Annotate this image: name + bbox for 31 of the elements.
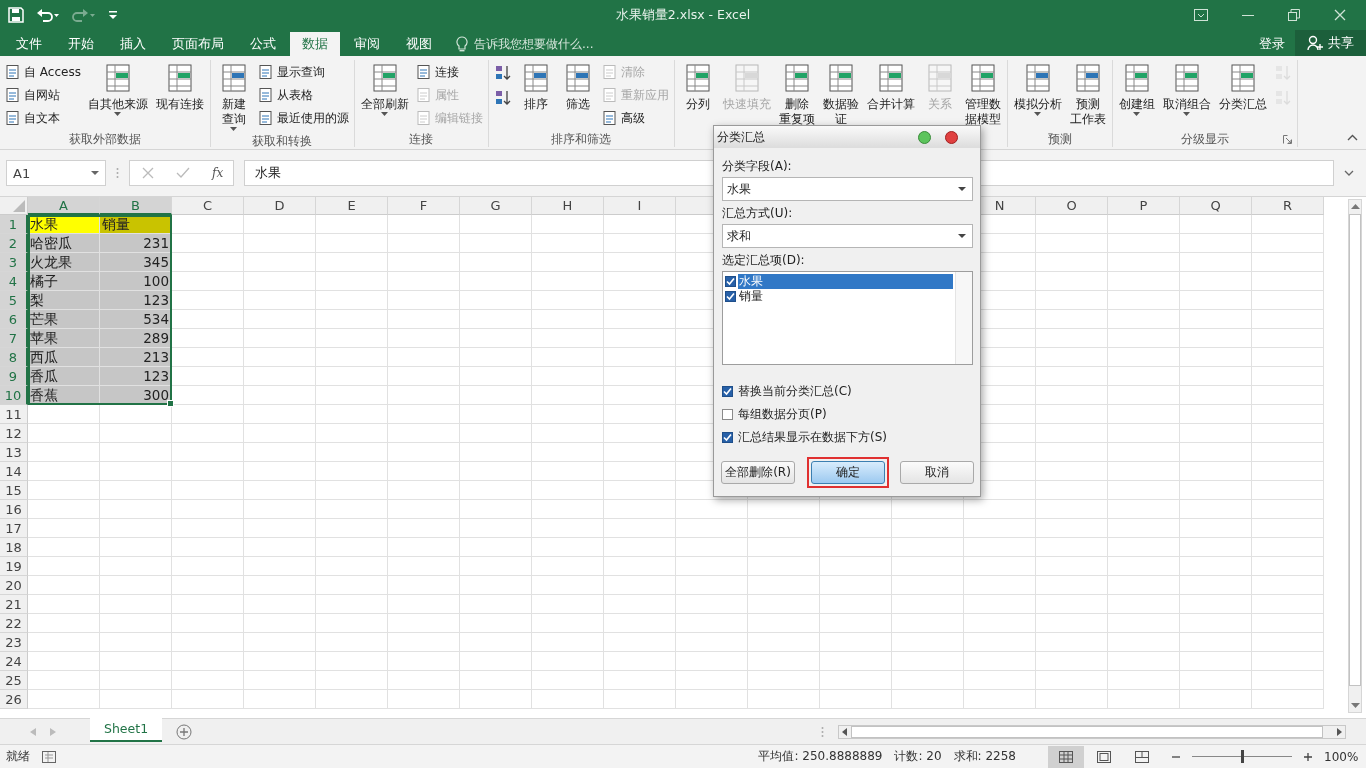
- group-label: 预测: [1047, 130, 1072, 148]
- table-cell: 火龙果: [28, 253, 100, 272]
- table-cell: 123: [100, 291, 172, 310]
- status-text: 就绪: [6, 748, 30, 765]
- table-cell: 芒果: [28, 310, 100, 329]
- table-cell: 289: [100, 329, 172, 348]
- table-cell: 534: [100, 310, 172, 329]
- group-label: 获取外部数据: [68, 130, 141, 148]
- field-label: 分类字段(A):: [722, 159, 793, 174]
- table-cell: 231: [100, 234, 172, 253]
- table-cell: 苹果: [28, 329, 100, 348]
- table-cell: 橘子: [28, 272, 100, 291]
- group-label: 排序和筛选: [551, 130, 612, 148]
- table-cell: 100: [100, 272, 172, 291]
- field-label: 汇总方式(U):: [722, 206, 794, 221]
- table-cell: 123: [100, 367, 172, 386]
- dialog-title: 分类汇总: [717, 129, 765, 145]
- group-label: 连接: [409, 130, 434, 148]
- window-title: 水果销量2.xlsx - Excel: [615, 6, 751, 24]
- table-cell: 213: [100, 348, 172, 367]
- table-cell: 345: [100, 253, 172, 272]
- group-label: 获取和转换: [252, 132, 313, 150]
- count-value: 计数: 20: [894, 748, 942, 765]
- group-label: 分级显示: [1180, 130, 1229, 148]
- average-value: 平均值: 250.8888889: [758, 748, 883, 765]
- sum-value: 求和: 2258: [953, 748, 1016, 765]
- table-cell: 香瓜: [28, 367, 100, 386]
- table-cell: 梨: [28, 291, 100, 310]
- table-cell: 西瓜: [28, 348, 100, 367]
- field-label: 选定汇总项(D):: [722, 253, 806, 268]
- table-cell: 哈密瓜: [28, 234, 100, 253]
